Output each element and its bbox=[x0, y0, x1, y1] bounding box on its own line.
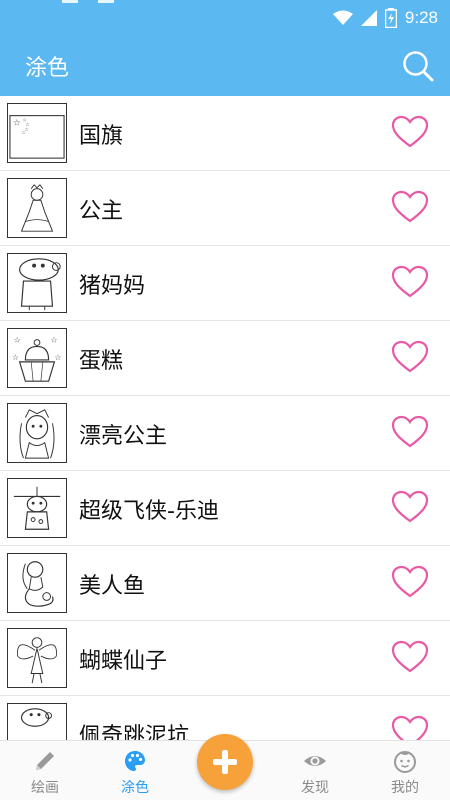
list-item-label: 国旗 bbox=[79, 124, 124, 149]
signal-icon bbox=[360, 10, 377, 26]
list-item-label: 佩奇跳泥坑 bbox=[79, 724, 190, 740]
pencil-icon bbox=[36, 752, 54, 770]
tab-label: 我的 bbox=[391, 780, 419, 796]
flag-thumbnail: ☆ ☆ ☆ ☆ ☆ bbox=[7, 103, 67, 163]
list-item[interactable]: 公主 bbox=[0, 171, 450, 246]
list-item[interactable]: 蝴蝶仙子 bbox=[0, 621, 450, 696]
butterfly-fairy-thumbnail bbox=[7, 628, 67, 688]
tab-label: 发现 bbox=[301, 780, 329, 796]
list-item-label: 公主 bbox=[79, 199, 124, 224]
tab-label: 绘画 bbox=[31, 780, 59, 796]
heart-icon[interactable] bbox=[391, 115, 429, 149]
list-item-label: 超级飞侠-乐迪 bbox=[79, 499, 219, 524]
status-bar: 9:28 bbox=[0, 0, 450, 36]
status-tick bbox=[98, 0, 114, 3]
list-item-label: 蛋糕 bbox=[79, 349, 124, 374]
tab-draw[interactable]: 绘画 bbox=[0, 741, 90, 800]
status-time: 9:28 bbox=[404, 8, 438, 27]
pretty-princess-thumbnail bbox=[7, 403, 67, 463]
heart-icon[interactable] bbox=[391, 265, 429, 299]
heart-icon[interactable] bbox=[391, 490, 429, 524]
svg-text:☆: ☆ bbox=[22, 130, 27, 136]
mummy-pig-thumbnail bbox=[7, 253, 67, 313]
mermaid-thumbnail bbox=[7, 553, 67, 613]
list-item[interactable]: 美人鱼 bbox=[0, 546, 450, 621]
app-bar: 涂色 bbox=[0, 36, 450, 96]
tab-discover[interactable]: 发现 bbox=[270, 741, 360, 800]
eye-icon bbox=[304, 756, 326, 766]
heart-icon[interactable] bbox=[391, 340, 429, 374]
list-item-label: 蝴蝶仙子 bbox=[79, 649, 168, 674]
wifi-icon bbox=[332, 10, 353, 25]
heart-icon[interactable] bbox=[391, 415, 429, 449]
tab-mine[interactable]: 我的 bbox=[360, 741, 450, 800]
coloring-list: ☆ ☆ ☆ ☆ ☆ 国旗 公主 猪妈妈 ☆ ☆ ☆ ☆ 蛋糕 漂亮公主 超级飞侠… bbox=[0, 96, 450, 740]
cake-thumbnail: ☆ ☆ ☆ ☆ bbox=[7, 328, 67, 388]
list-item[interactable]: 超级飞侠-乐迪 bbox=[0, 471, 450, 546]
svg-text:☆: ☆ bbox=[14, 336, 21, 345]
heart-icon[interactable] bbox=[391, 640, 429, 674]
heart-icon[interactable] bbox=[391, 715, 429, 740]
add-button[interactable] bbox=[197, 734, 253, 790]
tab-label: 涂色 bbox=[121, 780, 149, 796]
plus-icon bbox=[213, 750, 237, 774]
heart-icon[interactable] bbox=[391, 565, 429, 599]
status-tick bbox=[62, 0, 78, 3]
svg-text:☆: ☆ bbox=[12, 353, 19, 362]
svg-text:☆: ☆ bbox=[54, 353, 61, 362]
list-item[interactable]: 漂亮公主 bbox=[0, 396, 450, 471]
super-wings-thumbnail bbox=[7, 478, 67, 538]
svg-text:☆: ☆ bbox=[13, 118, 21, 128]
heart-icon[interactable] bbox=[391, 190, 429, 224]
list-item-label: 美人鱼 bbox=[79, 574, 146, 599]
palette-icon bbox=[125, 751, 145, 771]
face-icon bbox=[394, 751, 416, 773]
tab-coloring[interactable]: 涂色 bbox=[90, 741, 180, 800]
list-item[interactable]: 猪妈妈 bbox=[0, 246, 450, 321]
list-item-label: 猪妈妈 bbox=[79, 274, 146, 299]
battery-icon bbox=[384, 8, 397, 28]
list-item-label: 漂亮公主 bbox=[79, 424, 168, 449]
page-title: 涂色 bbox=[25, 56, 70, 81]
svg-text:☆: ☆ bbox=[51, 336, 58, 345]
list-item[interactable]: ☆ ☆ ☆ ☆ 蛋糕 bbox=[0, 321, 450, 396]
list-item[interactable]: ☆ ☆ ☆ ☆ ☆ 国旗 bbox=[0, 96, 450, 171]
princess-thumbnail bbox=[7, 178, 67, 238]
search-icon[interactable] bbox=[400, 48, 436, 84]
peppa-thumbnail bbox=[7, 703, 67, 740]
